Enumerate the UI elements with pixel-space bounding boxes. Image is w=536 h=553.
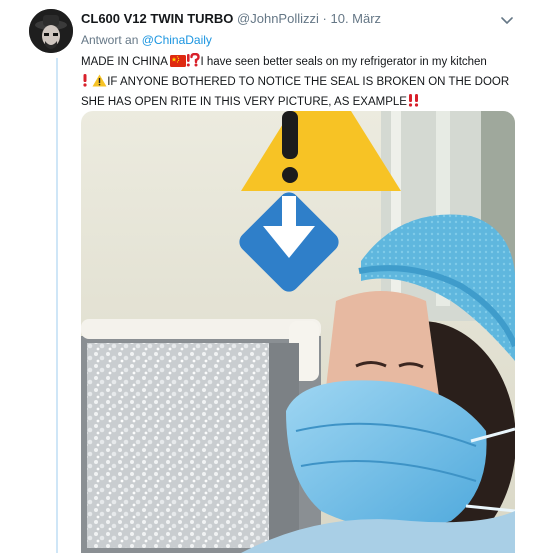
tweet-line-2: IF ANYONE BOTHERED TO NOTICE THE SEAL IS… bbox=[81, 73, 521, 93]
tweet-text-line1b: I have seen better seals on my refrigera… bbox=[200, 56, 487, 68]
tweet-text-line1a: MADE IN CHINA bbox=[81, 56, 168, 68]
warning-icon bbox=[92, 74, 107, 93]
tweet-text-line2: IF ANYONE BOTHERED TO NOTICE THE SEAL IS… bbox=[107, 76, 510, 88]
tweet-date[interactable]: 10. März bbox=[330, 11, 381, 26]
exclamation-question-icon bbox=[186, 52, 201, 73]
display-name[interactable]: CL600 V12 TWIN TURBO bbox=[81, 11, 233, 26]
thread-line bbox=[56, 58, 58, 553]
reply-to-link[interactable]: @ChinaDaily bbox=[142, 33, 212, 47]
reply-prefix: Antwort an bbox=[81, 33, 139, 47]
avatar[interactable] bbox=[29, 9, 73, 53]
tweet-line-1: MADE IN CHINA I have seen better seals o… bbox=[81, 52, 521, 73]
tweet-line-3: SHE HAS OPEN RITE IN THIS VERY PICTURE, … bbox=[81, 93, 521, 113]
tweet-header: CL600 V12 TWIN TURBO @JohnPollizzi · 10.… bbox=[81, 11, 381, 26]
tweet-text: MADE IN CHINA I have seen better seals o… bbox=[81, 52, 521, 113]
chevron-down-icon[interactable] bbox=[499, 12, 515, 28]
china-flag-icon bbox=[170, 55, 187, 73]
tweet-text-line3: SHE HAS OPEN RITE IN THIS VERY PICTURE, … bbox=[81, 96, 407, 108]
tweet-media-image[interactable] bbox=[81, 111, 515, 553]
separator: · bbox=[322, 11, 327, 26]
red-exclamation-icon bbox=[81, 73, 89, 93]
double-exclamation-icon bbox=[407, 93, 421, 113]
reply-context: Antwort an @ChinaDaily bbox=[81, 33, 212, 47]
user-handle[interactable]: @JohnPollizzi bbox=[237, 11, 319, 26]
